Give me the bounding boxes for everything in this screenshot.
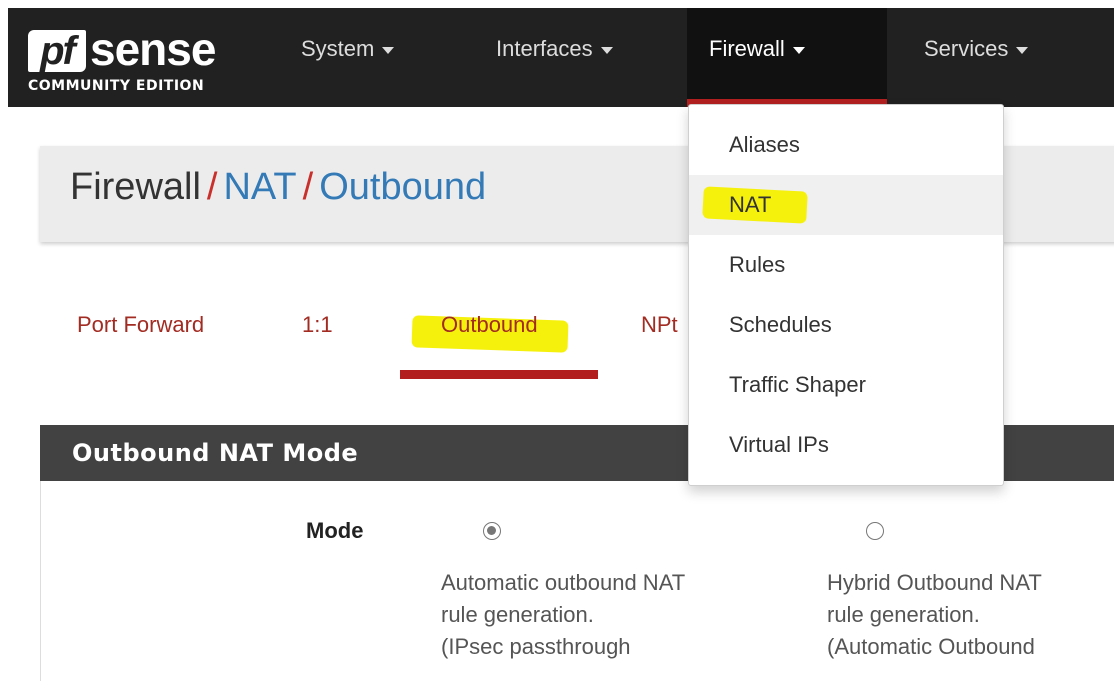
tab-npt[interactable]: NPt: [641, 312, 678, 338]
option-hybrid-text: Hybrid Outbound NAT rule generation. (Au…: [827, 567, 1114, 663]
nav-services[interactable]: Services: [924, 8, 1029, 107]
breadcrumb: Firewall / NAT / Outbound: [70, 166, 486, 209]
breadcrumb-root: Firewall: [70, 166, 201, 208]
nav-services-label: Services: [924, 36, 1009, 61]
logo-word: sense: [90, 23, 216, 75]
caret-down-icon: [382, 46, 395, 54]
menu-item-label: Aliases: [729, 132, 800, 157]
menu-item-label: Virtual IPs: [729, 432, 829, 457]
nav-system-label: System: [301, 36, 375, 61]
tab-outbound[interactable]: Outbound: [441, 312, 538, 338]
pfsense-logo[interactable]: pf sense COMMUNITY EDITION: [28, 8, 248, 107]
menu-item-label: Schedules: [729, 312, 832, 337]
nav-interfaces[interactable]: Interfaces: [496, 8, 613, 107]
caret-down-icon: [792, 46, 805, 54]
logo-mark: pf: [28, 30, 86, 72]
mode-label: Mode: [306, 518, 364, 543]
left-margin: [0, 0, 8, 661]
nav-interfaces-label: Interfaces: [496, 36, 593, 61]
breadcrumb-separator: /: [206, 166, 218, 208]
menu-item-label: Traffic Shaper: [729, 372, 866, 397]
nav-firewall[interactable]: Firewall: [687, 8, 887, 107]
option-automatic-text: Automatic outbound NAT rule generation. …: [441, 567, 771, 663]
menu-item-aliases[interactable]: Aliases: [689, 115, 1003, 175]
caret-down-icon: [600, 46, 613, 54]
option-line: Hybrid Outbound NAT: [827, 570, 1042, 595]
option-line: (Automatic Outbound: [827, 634, 1035, 659]
radio-automatic-outbound[interactable]: [483, 522, 501, 540]
menu-item-rules[interactable]: Rules: [689, 235, 1003, 295]
tab-1-1[interactable]: 1:1: [302, 312, 333, 338]
active-tab-underline: [400, 370, 598, 379]
option-line: rule generation.: [827, 602, 980, 627]
menu-item-traffic-shaper[interactable]: Traffic Shaper: [689, 355, 1003, 415]
breadcrumb-outbound-link[interactable]: Outbound: [319, 166, 486, 208]
edition-label: COMMUNITY EDITION: [28, 78, 205, 94]
radio-hybrid-outbound[interactable]: [866, 522, 884, 540]
menu-item-nat[interactable]: NAT: [689, 175, 1003, 235]
breadcrumb-nat-link[interactable]: NAT: [223, 166, 296, 208]
top-navbar: pf sense COMMUNITY EDITION System Interf…: [0, 0, 1114, 107]
breadcrumb-separator: /: [302, 166, 314, 208]
option-line: Automatic outbound NAT: [441, 570, 686, 595]
caret-down-icon: [1016, 46, 1029, 54]
tab-port-forward[interactable]: Port Forward: [77, 312, 204, 338]
nav-firewall-label: Firewall: [709, 36, 785, 61]
menu-item-label: Rules: [729, 252, 786, 277]
menu-item-schedules[interactable]: Schedules: [689, 295, 1003, 355]
option-line: rule generation.: [441, 602, 594, 627]
nav-system[interactable]: System: [301, 8, 395, 107]
menu-item-label: NAT: [729, 192, 772, 217]
option-line: (IPsec passthrough: [441, 634, 631, 659]
firewall-dropdown-menu: Aliases NAT Rules Schedules Traffic Shap…: [688, 104, 1004, 486]
menu-item-virtual-ips[interactable]: Virtual IPs: [689, 415, 1003, 475]
